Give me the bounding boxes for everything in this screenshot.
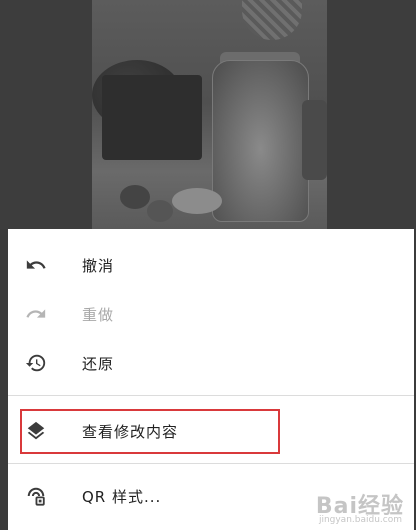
menu-label-undo: 撤消 bbox=[82, 256, 115, 275]
qr-style-icon bbox=[24, 484, 48, 508]
watermark-sub: jingyan.baidu.com bbox=[318, 515, 402, 525]
menu-divider bbox=[8, 395, 414, 396]
watermark: Bai经验 jingyan.baidu.com bbox=[278, 488, 408, 528]
menu-label-redo: 重做 bbox=[82, 305, 115, 324]
menu-divider bbox=[8, 463, 414, 464]
menu-label-qr-style: QR 样式... bbox=[82, 487, 162, 506]
menu-item-revert[interactable]: 还原 bbox=[8, 339, 414, 387]
undo-icon bbox=[24, 253, 48, 277]
edit-menu-sheet: 撤消 重做 还原 查看修改内容 QR 样式... bbox=[8, 229, 414, 530]
history-icon bbox=[24, 351, 48, 375]
image-preview-area bbox=[0, 0, 416, 229]
menu-label-revert: 还原 bbox=[82, 354, 115, 373]
screen: 撤消 重做 还原 查看修改内容 QR 样式... Bai经验 jingyan.b… bbox=[0, 0, 416, 530]
menu-item-undo[interactable]: 撤消 bbox=[8, 241, 414, 289]
menu-item-redo[interactable]: 重做 bbox=[8, 290, 414, 338]
redo-icon bbox=[24, 302, 48, 326]
highlight-box bbox=[20, 409, 280, 454]
photo-preview bbox=[92, 0, 327, 229]
